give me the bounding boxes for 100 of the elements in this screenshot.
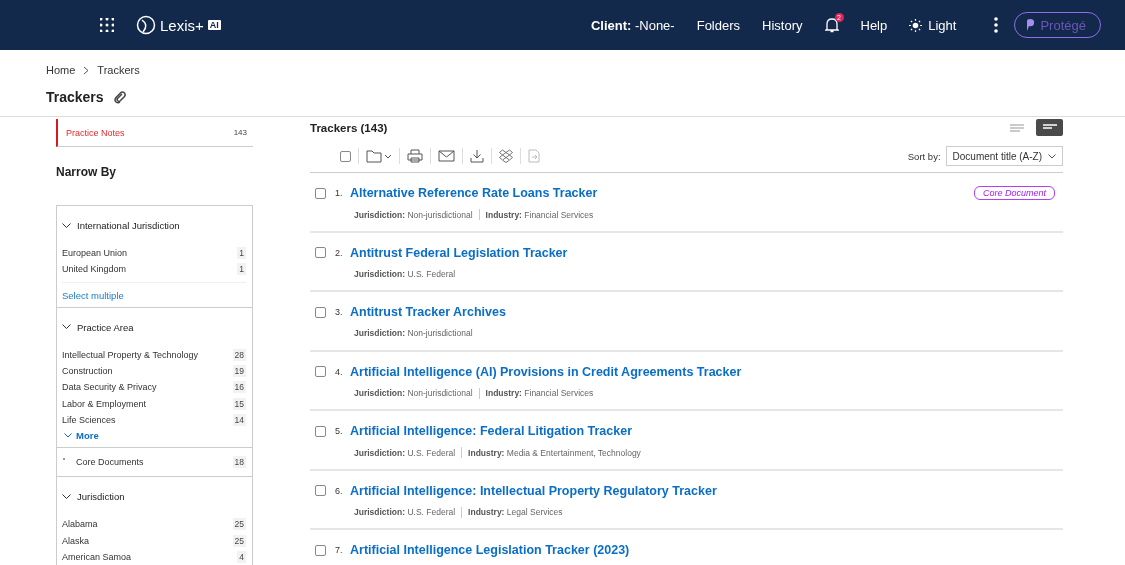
bell-icon[interactable] bbox=[824, 17, 839, 33]
view-toggle-button[interactable] bbox=[1036, 119, 1063, 136]
metadata-text: Jurisdiction: U.S. Federal bbox=[354, 268, 456, 279]
filter-count: 4 bbox=[237, 550, 246, 563]
row-number: 7. bbox=[335, 545, 344, 555]
metadata-text: Industry: Financial Services bbox=[485, 388, 594, 398]
select-all-checkbox[interactable] bbox=[340, 150, 351, 162]
document-title-link[interactable]: Artificial Intelligence (AI) Provisions in Credit Agreements Tracker bbox=[350, 364, 1063, 379]
filter-option[interactable]: United Kingdom bbox=[62, 264, 127, 275]
nav-link[interactable]: Folders bbox=[696, 17, 741, 33]
metadata-text: Jurisdiction: U.S. Federal bbox=[354, 507, 456, 517]
facet-title: Jurisdiction bbox=[77, 491, 125, 503]
facet-header[interactable]: Practice Area bbox=[62, 307, 246, 347]
breadcrumb-link[interactable]: Home bbox=[46, 64, 76, 76]
page-title: Trackers bbox=[46, 89, 104, 105]
protege-logo-icon bbox=[1025, 19, 1036, 31]
logo-text: Lexis+ bbox=[160, 16, 204, 34]
row-number: 6. bbox=[335, 485, 344, 496]
facet-title: Practice Area bbox=[77, 321, 134, 333]
metadata-text: Jurisdiction: Non-jurisdictional bbox=[354, 388, 473, 398]
facet-title: International Jurisdiction bbox=[77, 220, 180, 231]
filter-option[interactable]: Data Security & Privacy bbox=[62, 382, 157, 393]
filter-count: 1 bbox=[237, 247, 246, 260]
sun-icon bbox=[909, 18, 923, 32]
filter-option[interactable]: European Union bbox=[62, 248, 128, 259]
document-title-link[interactable]: Artificial Intelligence: Federal Litigation Tracker bbox=[350, 424, 1063, 438]
chevron-down-icon bbox=[1048, 153, 1056, 159]
document-title-link[interactable]: Artificial Intelligence: Intellectual Property Regulatory Tracker bbox=[350, 483, 1063, 498]
filter-count: 14 bbox=[232, 413, 246, 426]
document-title-link[interactable]: Alternative Reference Rate Loans Tracker bbox=[350, 186, 974, 200]
toggle-mark[interactable] bbox=[63, 458, 65, 461]
filter-option[interactable]: Alaska bbox=[62, 535, 89, 546]
paperclip-icon[interactable] bbox=[113, 90, 126, 104]
theme-toggle[interactable]: Light bbox=[909, 17, 957, 33]
content-type-item[interactable]: Practice Notes 143 bbox=[56, 119, 253, 147]
more-options-icon[interactable] bbox=[994, 17, 999, 33]
row-checkbox[interactable] bbox=[315, 187, 326, 199]
filter-count: 25 bbox=[232, 534, 246, 547]
row-checkbox[interactable] bbox=[315, 425, 326, 437]
logo-badge: AI bbox=[207, 20, 221, 30]
document-title-link[interactable]: Antitrust Tracker Archives bbox=[350, 305, 1063, 319]
filter-option[interactable]: Life Sciences bbox=[62, 414, 116, 425]
filter-count: 16 bbox=[232, 381, 246, 394]
sort-dropdown[interactable]: Document title (A-Z) bbox=[945, 146, 1063, 166]
help-link[interactable]: Help bbox=[860, 17, 888, 33]
chevron-right-icon bbox=[83, 65, 90, 75]
filter-count: 15 bbox=[232, 397, 246, 410]
content-type-label: Practice Notes bbox=[66, 127, 125, 138]
core-document-tag: Core Document bbox=[973, 186, 1055, 200]
row-number: 4. bbox=[335, 366, 344, 377]
facet-header[interactable]: International Jurisdiction bbox=[62, 206, 246, 245]
metadata-text: Industry: Legal Services bbox=[468, 507, 563, 517]
filter-count: 18 bbox=[232, 456, 246, 469]
row-number: 2. bbox=[335, 247, 344, 258]
row-checkbox[interactable] bbox=[315, 485, 326, 496]
row-number: 3. bbox=[335, 307, 344, 317]
filter-count: 19 bbox=[232, 365, 246, 378]
facet-header[interactable]: Jurisdiction bbox=[62, 477, 246, 517]
folder-icon[interactable] bbox=[366, 149, 392, 163]
print-icon[interactable] bbox=[407, 149, 423, 163]
metadata-text: Jurisdiction: Non-jurisdictional bbox=[354, 209, 473, 220]
download-icon[interactable] bbox=[470, 149, 484, 163]
document-title-link[interactable]: Artificial Intelligence Legislation Tracker (2023) bbox=[350, 543, 1063, 557]
filter-count: 28 bbox=[232, 348, 246, 361]
breadcrumb-link[interactable]: Trackers bbox=[97, 64, 140, 76]
dropbox-icon[interactable] bbox=[499, 149, 513, 163]
apps-grid-icon[interactable] bbox=[100, 18, 114, 32]
filter-option[interactable]: Core Documents bbox=[76, 457, 233, 468]
filter-option[interactable]: Intellectual Property & Technology bbox=[62, 349, 198, 360]
row-checkbox[interactable] bbox=[315, 306, 326, 318]
filter-option[interactable]: American Samoa bbox=[62, 551, 132, 562]
metadata-text: Industry: Media & Entertainment, Technology bbox=[468, 447, 641, 458]
logo-globe-icon bbox=[136, 15, 156, 35]
email-icon[interactable] bbox=[438, 150, 455, 162]
results-heading: Trackers (143) bbox=[310, 121, 388, 134]
filter-option[interactable]: Construction bbox=[62, 366, 113, 377]
row-number: 5. bbox=[335, 426, 344, 436]
document-title-link[interactable]: Antitrust Federal Legislation Tracker bbox=[350, 245, 1063, 260]
sort-label: Sort by: bbox=[907, 150, 941, 162]
detailed-list-icon bbox=[1009, 123, 1024, 132]
filter-count: 1 bbox=[237, 263, 246, 276]
row-checkbox[interactable] bbox=[315, 247, 326, 258]
content-type-count: 143 bbox=[233, 128, 247, 137]
narrow-by-heading: Narrow By bbox=[56, 165, 118, 179]
filter-option[interactable]: Labor & Employment bbox=[62, 398, 147, 409]
compact-list-icon bbox=[1042, 123, 1057, 132]
row-number: 1. bbox=[335, 188, 344, 198]
filter-option[interactable]: Alabama bbox=[62, 519, 98, 530]
metadata-text: Jurisdiction: U.S. Federal bbox=[354, 447, 456, 458]
metadata-text: Jurisdiction: Non-jurisdictional bbox=[354, 328, 473, 338]
row-checkbox[interactable] bbox=[315, 544, 326, 556]
nav-link[interactable]: History bbox=[762, 17, 803, 33]
metadata-text: Industry: Financial Services bbox=[485, 209, 594, 220]
filter-count: 25 bbox=[232, 518, 246, 531]
more-link[interactable]: More bbox=[64, 430, 246, 442]
document-export-icon[interactable] bbox=[528, 149, 540, 163]
row-checkbox[interactable] bbox=[315, 366, 326, 377]
select-multiple-link[interactable]: Select multiple bbox=[62, 289, 124, 301]
chevron-down-icon bbox=[64, 433, 72, 439]
client-selector[interactable]: Client: -None- bbox=[590, 17, 675, 33]
